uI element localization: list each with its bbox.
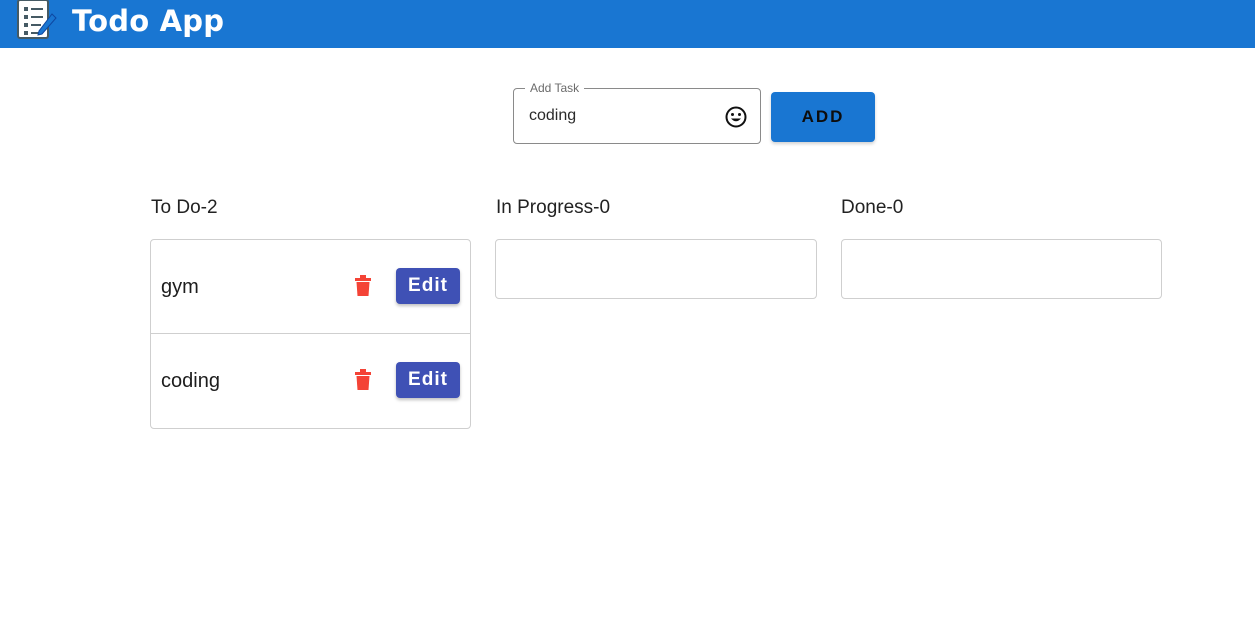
task-card[interactable]: gym Edit (151, 240, 470, 334)
notepad-pen-icon (17, 0, 57, 39)
column-todo: gym Edit coding Edit (150, 239, 471, 429)
smiley-icon[interactable] (724, 105, 748, 129)
column-done (841, 239, 1162, 299)
column-in-progress (495, 239, 817, 299)
add-task-label: Add Task (525, 81, 585, 95)
column-title-done: Done-0 (841, 197, 904, 218)
task-card[interactable]: coding Edit (151, 334, 470, 428)
add-button[interactable]: ADD (771, 92, 875, 142)
add-task-field[interactable]: Add Task (513, 81, 761, 144)
task-text: gym (161, 276, 199, 298)
column-title-todo: To Do-2 (151, 197, 218, 218)
app-title: Todo App (72, 4, 225, 38)
app-bar: Todo App (0, 0, 1255, 48)
trash-icon[interactable] (354, 369, 372, 391)
edit-button[interactable]: Edit (396, 268, 460, 304)
edit-button[interactable]: Edit (396, 362, 460, 398)
column-title-in-progress: In Progress-0 (496, 197, 611, 218)
trash-icon[interactable] (354, 275, 372, 297)
add-task-input[interactable] (529, 104, 719, 128)
task-text: coding (161, 370, 220, 392)
